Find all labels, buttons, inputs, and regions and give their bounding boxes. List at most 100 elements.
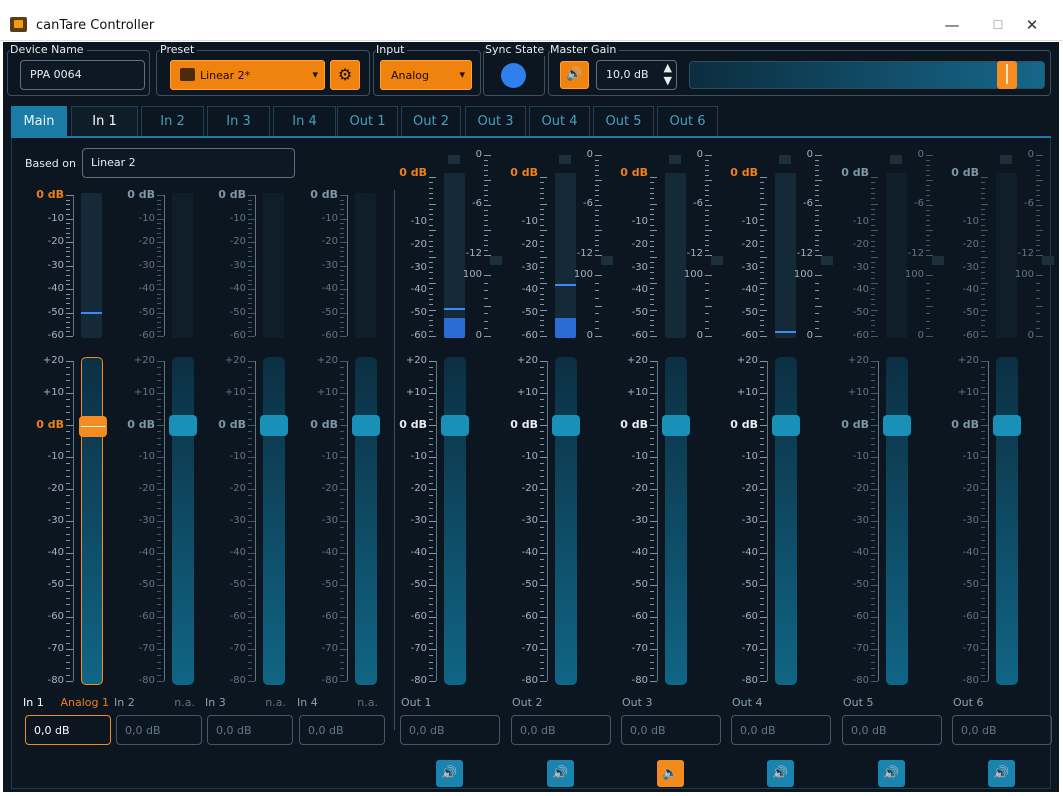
fader-scale-label: +10 xyxy=(316,387,338,398)
tab-main[interactable]: Main xyxy=(11,106,67,136)
fader-scale-tick xyxy=(66,533,70,535)
channel-gain-field[interactable]: 0,0 dB xyxy=(952,715,1052,745)
tab-in-2[interactable]: In 2 xyxy=(141,106,204,136)
fader-handle[interactable] xyxy=(883,415,911,436)
fader-track[interactable] xyxy=(993,357,1021,685)
meter-scale-tick xyxy=(760,187,764,189)
fader-handle[interactable] xyxy=(260,415,288,436)
fader-handle[interactable] xyxy=(352,415,380,436)
meter-scale-tick xyxy=(871,240,875,242)
tab-in-1[interactable]: In 1 xyxy=(71,106,138,136)
meter-scale-tick xyxy=(981,235,985,237)
master-gain-slider[interactable] xyxy=(689,61,1045,89)
speaker-icon: 🔊 xyxy=(552,766,569,781)
meter-scale-tick xyxy=(66,246,70,248)
fader-scale-label: +10 xyxy=(516,387,538,398)
meter-scale-tick xyxy=(340,265,347,267)
master-mute-button[interactable]: 🔊 xyxy=(560,61,589,89)
fader-scale-tick xyxy=(157,540,161,542)
meter-scale-label: -60 xyxy=(229,330,246,341)
fader-handle[interactable] xyxy=(772,415,800,436)
tab-out-6[interactable]: Out 6 xyxy=(657,106,718,136)
master-gain-slider-handle[interactable] xyxy=(997,61,1018,89)
fader-track[interactable] xyxy=(552,357,580,685)
fader-handle[interactable] xyxy=(79,416,107,437)
fader-handle[interactable] xyxy=(169,415,197,436)
fader-scale-tick xyxy=(248,559,252,561)
spin-up-icon[interactable]: ▲ xyxy=(664,62,672,74)
fader-scale-label: +20 xyxy=(133,355,155,366)
fader-handle[interactable] xyxy=(552,415,580,436)
mute-button[interactable]: 🔊 xyxy=(547,760,574,787)
meter-scale-tick xyxy=(340,223,344,225)
fader-scale-tick xyxy=(340,405,344,407)
fader-scale-tick xyxy=(248,527,252,529)
fader-track[interactable] xyxy=(260,357,288,685)
percent-scale-tick xyxy=(595,336,602,337)
fader-scale-tick xyxy=(157,450,161,452)
tab-out-1[interactable]: Out 1 xyxy=(337,106,398,136)
tab-in-3[interactable]: In 3 xyxy=(207,106,270,136)
fader-handle[interactable] xyxy=(993,415,1021,436)
speaker-icon: 🔊 xyxy=(993,766,1010,781)
fader-scale-tick xyxy=(429,629,433,631)
channel-gain-field[interactable]: 0,0 dB xyxy=(621,715,721,745)
preset-settings-button[interactable]: ⚙ xyxy=(330,60,360,90)
master-gain-field[interactable]: 10,0 dB ▲ ▼ xyxy=(596,60,677,90)
meter-scale-tick xyxy=(650,224,654,226)
mute-button[interactable]: 🔈 xyxy=(657,760,684,787)
meter-scale-tick xyxy=(340,256,344,258)
device-name-field[interactable]: PPA 0064 xyxy=(20,60,145,90)
mute-button[interactable]: 🔊 xyxy=(878,760,905,787)
window-title: canTare Controller xyxy=(36,18,155,33)
close-button[interactable]: ✕ xyxy=(1012,12,1052,38)
fader-track[interactable] xyxy=(441,357,469,685)
spin-down-icon[interactable]: ▼ xyxy=(664,75,672,87)
fader-track[interactable] xyxy=(662,357,690,685)
preset-dropdown[interactable]: Linear 2* ▾ xyxy=(170,60,325,90)
meter-scale-tick xyxy=(981,283,988,284)
meter-scale-tick xyxy=(650,240,654,242)
mute-button[interactable]: 🔊 xyxy=(767,760,794,787)
limiter-scale-tick xyxy=(484,200,488,201)
fader-track[interactable] xyxy=(883,357,911,685)
meter-scale-label: -20 xyxy=(741,238,758,250)
tab-in-4[interactable]: In 4 xyxy=(273,106,336,136)
channel-gain-field[interactable]: 0,0 dB xyxy=(207,715,293,745)
meter-scale-label: -50 xyxy=(229,306,246,318)
limiter-scale-tick xyxy=(484,165,488,166)
channel-gain-field[interactable]: 0,0 dB xyxy=(731,715,831,745)
fader-scale-tick xyxy=(650,425,657,426)
channel-gain-field[interactable]: 0,0 dB xyxy=(116,715,202,745)
fader-track[interactable] xyxy=(772,357,800,685)
fader-track[interactable] xyxy=(169,357,197,685)
fader-handle[interactable] xyxy=(441,415,469,436)
channel-gain-field[interactable]: 0,0 dB xyxy=(400,715,500,745)
limiter-scale-tick xyxy=(815,240,819,241)
tab-out-4[interactable]: Out 4 xyxy=(529,106,590,136)
meter-scale-tick xyxy=(429,293,433,295)
channel-gain-field[interactable]: 0,0 dB xyxy=(25,715,111,745)
limiter-scale-tick xyxy=(1036,190,1040,191)
fader-scale-tick xyxy=(650,597,654,599)
fader-scale-label: -20 xyxy=(321,483,338,494)
based-on-field[interactable]: Linear 2 xyxy=(82,148,295,178)
tab-out-5[interactable]: Out 5 xyxy=(593,106,654,136)
mute-button[interactable]: 🔊 xyxy=(988,760,1015,787)
tab-out-3[interactable]: Out 3 xyxy=(465,106,526,136)
meter-scale-label: -50 xyxy=(138,306,155,318)
fader-scale-tick xyxy=(540,501,544,503)
fader-scale-tick xyxy=(760,668,764,670)
mute-button[interactable]: 🔊 xyxy=(436,760,463,787)
fader-scale-tick xyxy=(248,591,252,593)
channel-gain-field[interactable]: 0,0 dB xyxy=(511,715,611,745)
fader-track[interactable] xyxy=(79,357,107,685)
meter-scale-tick xyxy=(981,320,985,322)
input-dropdown[interactable]: Analog ▾ xyxy=(380,60,472,90)
channel-gain-field[interactable]: 0,0 dB xyxy=(299,715,385,745)
minimize-button[interactable]: — xyxy=(932,12,972,38)
fader-track[interactable] xyxy=(352,357,380,685)
tab-out-2[interactable]: Out 2 xyxy=(401,106,461,136)
channel-gain-field[interactable]: 0,0 dB xyxy=(842,715,942,745)
fader-handle[interactable] xyxy=(662,415,690,436)
